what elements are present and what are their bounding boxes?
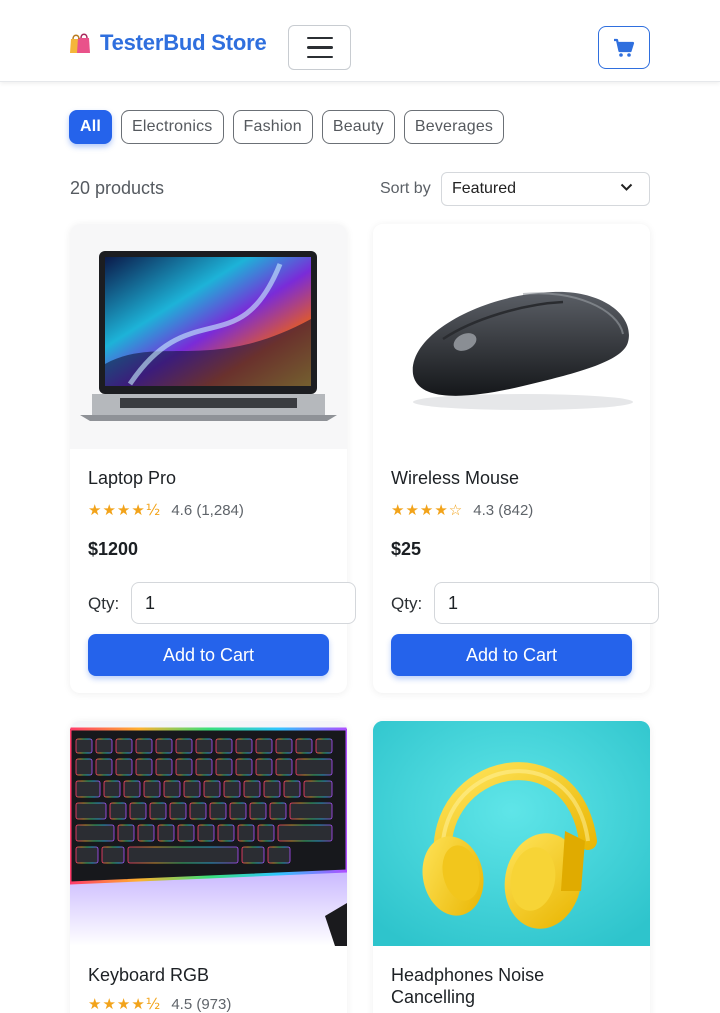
- product-card: Headphones Noise Cancelling: [373, 721, 650, 1013]
- filter-chip-beauty[interactable]: Beauty: [321, 110, 395, 144]
- sort-selected-value: Featured: [452, 180, 517, 197]
- rating-text: 4.6 (1,284): [171, 501, 244, 519]
- star-rating-icon: ★★★★☆: [391, 501, 464, 519]
- menu-button[interactable]: [288, 25, 351, 70]
- product-count: 20 products: [70, 178, 165, 198]
- product-image[interactable]: [373, 224, 650, 449]
- cart-icon: [614, 38, 635, 57]
- product-rating: ★★★★☆ 4.3 (842): [391, 501, 533, 519]
- site-header: TesterBud Store: [0, 0, 720, 82]
- product-image[interactable]: [373, 721, 650, 946]
- rating-text: 4.3 (842): [473, 501, 534, 519]
- star-rating-icon: ★★★★½: [88, 501, 162, 519]
- product-card: Wireless Mouse ★★★★☆ 4.3 (842) $25 Qty: …: [373, 224, 659, 693]
- qty-label: Qty:: [391, 594, 423, 613]
- product-price: $25: [391, 539, 422, 559]
- product-image[interactable]: [70, 224, 347, 449]
- shopping-bags-icon: [70, 33, 90, 53]
- rating-text: 4.5 (973): [171, 995, 232, 1013]
- qty-label: Qty:: [88, 594, 120, 613]
- sort-label: Sort by: [380, 180, 431, 197]
- brand-name: TesterBud Store: [100, 30, 267, 55]
- product-rating: ★★★★½ 4.6 (1,284): [88, 501, 244, 519]
- cart-button[interactable]: [598, 26, 650, 69]
- star-rating-icon: ★★★★½: [88, 995, 162, 1013]
- add-to-cart-button[interactable]: Add to Cart: [391, 634, 632, 676]
- quantity-input[interactable]: 1: [434, 582, 659, 624]
- product-title[interactable]: Keyboard RGB: [88, 964, 209, 986]
- product-card: Laptop Pro ★★★★½ 4.6 (1,284) $1200 Qty: …: [70, 224, 356, 693]
- category-filters: All Electronics Fashion Beauty Beverages: [69, 110, 505, 144]
- quantity-input[interactable]: 1: [131, 582, 356, 624]
- filter-chip-electronics[interactable]: Electronics: [121, 110, 224, 144]
- hamburger-menu-icon-bar: [306, 46, 333, 49]
- filter-chip-fashion[interactable]: Fashion: [232, 110, 313, 144]
- brand-logo[interactable]: TesterBud Store: [68, 30, 267, 56]
- product-title[interactable]: Wireless Mouse: [391, 467, 519, 489]
- hamburger-menu-icon: [306, 36, 333, 40]
- chevron-down-icon: [620, 183, 633, 191]
- product-title[interactable]: Headphones Noise Cancelling: [391, 964, 631, 1008]
- product-image[interactable]: [70, 721, 347, 946]
- product-title[interactable]: Laptop Pro: [88, 467, 176, 489]
- product-rating: ★★★★½ 4.5 (973): [88, 995, 231, 1013]
- add-to-cart-button[interactable]: Add to Cart: [88, 634, 329, 676]
- product-card: Keyboard RGB ★★★★½ 4.5 (973): [70, 721, 347, 1013]
- filter-chip-beverages[interactable]: Beverages: [403, 110, 505, 144]
- hamburger-menu-icon-bar: [306, 55, 333, 59]
- filter-chip-all[interactable]: All: [69, 110, 113, 144]
- sort-select[interactable]: Featured: [441, 172, 650, 206]
- product-price: $1200: [88, 539, 139, 559]
